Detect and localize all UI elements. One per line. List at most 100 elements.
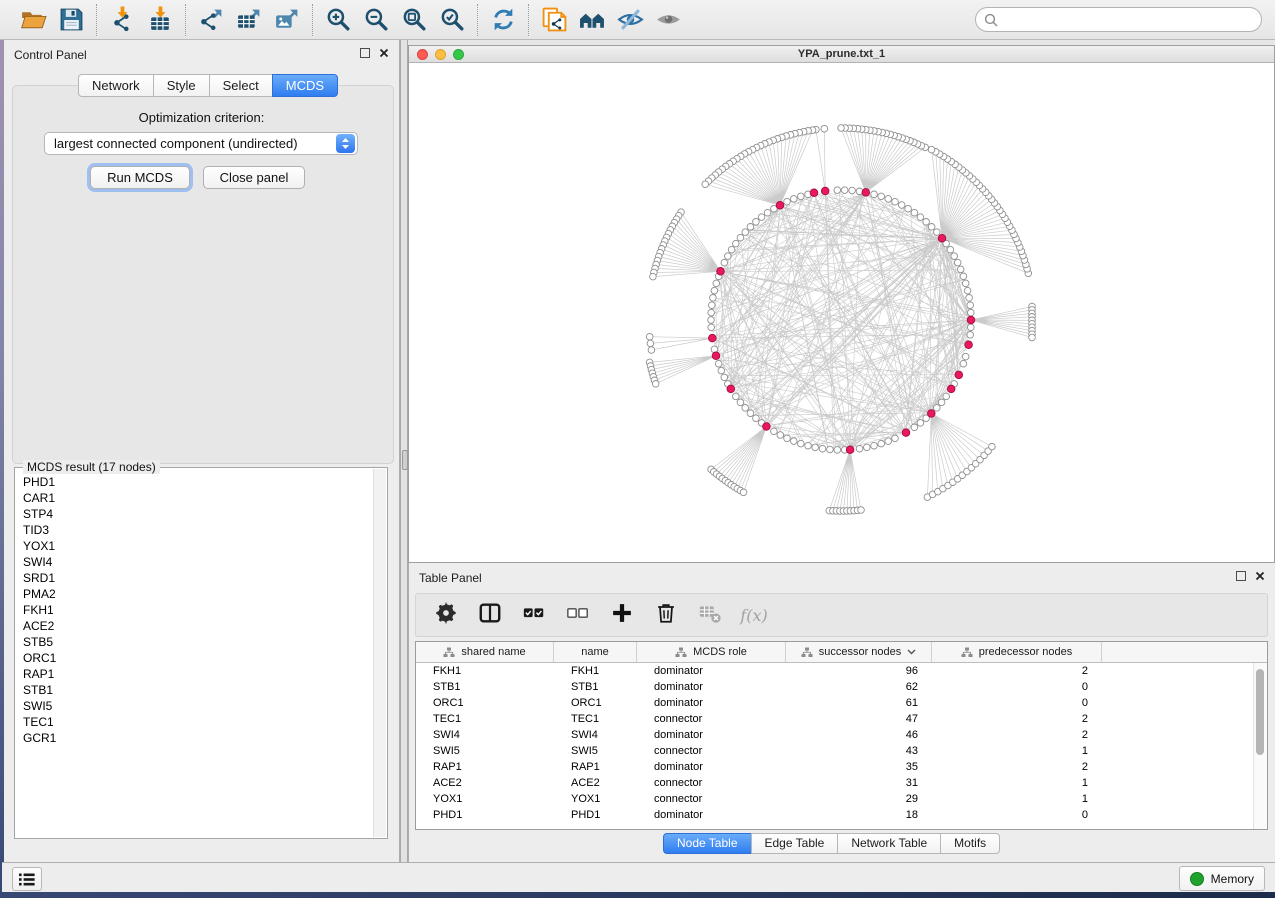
mcds-result-item[interactable]: PMA2 [23,586,374,602]
clone-network-button[interactable] [538,4,570,36]
cell-shared-name: YOX1 [416,793,554,805]
table-row[interactable]: SWI4SWI4dominator462 [416,727,1267,743]
mcds-result-item[interactable]: YOX1 [23,538,374,554]
export-table-button[interactable] [233,4,265,36]
run-mcds-button[interactable]: Run MCDS [90,166,190,189]
table-scrollbar[interactable] [1253,663,1267,829]
column-label: successor nodes [819,646,902,658]
mcds-result-item[interactable]: SWI4 [23,554,374,570]
tab-style[interactable]: Style [153,74,210,97]
zoom-fit-button[interactable] [398,4,430,36]
column-type-icon [443,647,455,658]
close-panel-button[interactable]: Close panel [203,166,305,189]
deselect-all-button[interactable] [564,601,592,629]
column-label: shared name [461,646,525,658]
table-row[interactable]: SWI5SWI5connector431 [416,743,1267,759]
add-column-button[interactable] [608,601,636,629]
hide-selected-button[interactable] [614,4,646,36]
float-panel-icon[interactable] [360,48,370,58]
export-image-button[interactable] [271,4,303,36]
tab-motifs[interactable]: Motifs [940,833,1000,854]
table-row[interactable]: ACE2ACE2connector311 [416,775,1267,791]
table-row[interactable]: PHD1PHD1dominator180 [416,807,1267,823]
split-panel-icon [478,601,502,630]
import-network-button[interactable] [106,4,138,36]
zoom-in-button[interactable] [322,4,354,36]
save-session-button[interactable] [55,4,87,36]
mcds-result-item[interactable]: SWI5 [23,698,374,714]
table-toolbar: f(x) [415,593,1268,637]
select-all-button[interactable] [520,601,548,629]
table-panel-header: Table Panel [409,563,1275,591]
column-header-successor-nodes[interactable]: successor nodes [786,642,932,662]
cell-successor-nodes: 61 [786,697,932,709]
table-row[interactable]: STB1STB1dominator620 [416,679,1267,695]
tab-mcds[interactable]: MCDS [272,74,338,97]
scrollbar-thumb[interactable] [1256,669,1264,755]
memory-button[interactable]: Memory [1179,866,1265,891]
mcds-result-group: MCDS result (17 nodes) PHD1CAR1STP4TID3Y… [14,467,388,839]
mcds-result-item[interactable]: STB5 [23,634,374,650]
float-panel-icon[interactable] [1236,571,1246,581]
mcds-result-item[interactable]: PHD1 [23,474,374,490]
zoom-selected-button[interactable] [436,4,468,36]
tab-network[interactable]: Network [78,74,154,97]
open-session-button[interactable] [17,4,49,36]
mcds-result-item[interactable]: RAP1 [23,666,374,682]
cell-successor-nodes: 62 [786,681,932,693]
mcds-result-item[interactable]: CAR1 [23,490,374,506]
tab-select[interactable]: Select [209,74,273,97]
toolbar-group [96,4,185,36]
cell-name: SWI5 [554,745,637,757]
cell-name: RAP1 [554,761,637,773]
tab-node-table[interactable]: Node Table [663,833,752,854]
column-header-MCDS-role[interactable]: MCDS role [637,642,786,662]
table-row[interactable]: ORC1ORC1dominator610 [416,695,1267,711]
column-header-predecessor-nodes[interactable]: predecessor nodes [932,642,1102,662]
mcds-result-item[interactable]: GCR1 [23,730,374,746]
import-table-button[interactable] [144,4,176,36]
search-input[interactable] [1002,9,1261,31]
refresh-layout-button[interactable] [487,4,519,36]
table-settings-button[interactable] [432,601,460,629]
delete-column-button[interactable] [652,601,680,629]
export-network-button[interactable] [195,4,227,36]
mcds-result-item[interactable]: FKH1 [23,602,374,618]
mcds-result-item[interactable]: STP4 [23,506,374,522]
mcds-result-item[interactable]: TID3 [23,522,374,538]
mcds-result-item[interactable]: TEC1 [23,714,374,730]
mcds-result-item[interactable]: ACE2 [23,618,374,634]
show-all-button[interactable] [652,4,684,36]
task-history-button[interactable] [12,867,42,891]
close-panel-icon[interactable] [1255,571,1265,581]
network-canvas[interactable] [409,63,1274,562]
column-type-icon [675,647,687,658]
mcds-result-item[interactable]: STB1 [23,682,374,698]
toolbar-group [185,4,312,36]
mcds-result-list[interactable]: PHD1CAR1STP4TID3YOX1SWI4SRD1PMA2FKH1ACE2… [16,471,374,837]
mcds-result-item[interactable]: SRD1 [23,570,374,586]
cell-name: STB1 [554,681,637,693]
table-row[interactable]: TEC1TEC1connector472 [416,711,1267,727]
mcds-result-item[interactable]: ORC1 [23,650,374,666]
table-row[interactable]: RAP1RAP1dominator352 [416,759,1267,775]
column-type-icon [961,647,973,658]
sort-desc-icon [907,649,916,655]
table-row[interactable]: YOX1YOX1connector291 [416,791,1267,807]
first-neighbors-button[interactable] [576,4,608,36]
column-header-shared-name[interactable]: shared name [416,642,554,662]
export-network-icon [198,6,225,33]
network-window-titlebar[interactable]: YPA_prune.txt_1 [409,46,1274,63]
table-row[interactable]: FKH1FKH1dominator962 [416,663,1267,679]
mcds-list-scrollbar[interactable] [373,469,386,837]
split-panel-button[interactable] [476,601,504,629]
tab-network-table[interactable]: Network Table [837,833,941,854]
memory-status-icon [1190,872,1204,886]
column-header-name[interactable]: name [554,642,637,662]
tab-edge-table[interactable]: Edge Table [751,833,839,854]
criterion-dropdown[interactable]: largest connected component (undirected) [44,132,358,155]
close-panel-icon[interactable] [379,48,389,58]
zoom-out-button[interactable] [360,4,392,36]
vertical-splitter[interactable] [400,40,408,862]
network-view-window: YPA_prune.txt_1 [408,45,1275,563]
